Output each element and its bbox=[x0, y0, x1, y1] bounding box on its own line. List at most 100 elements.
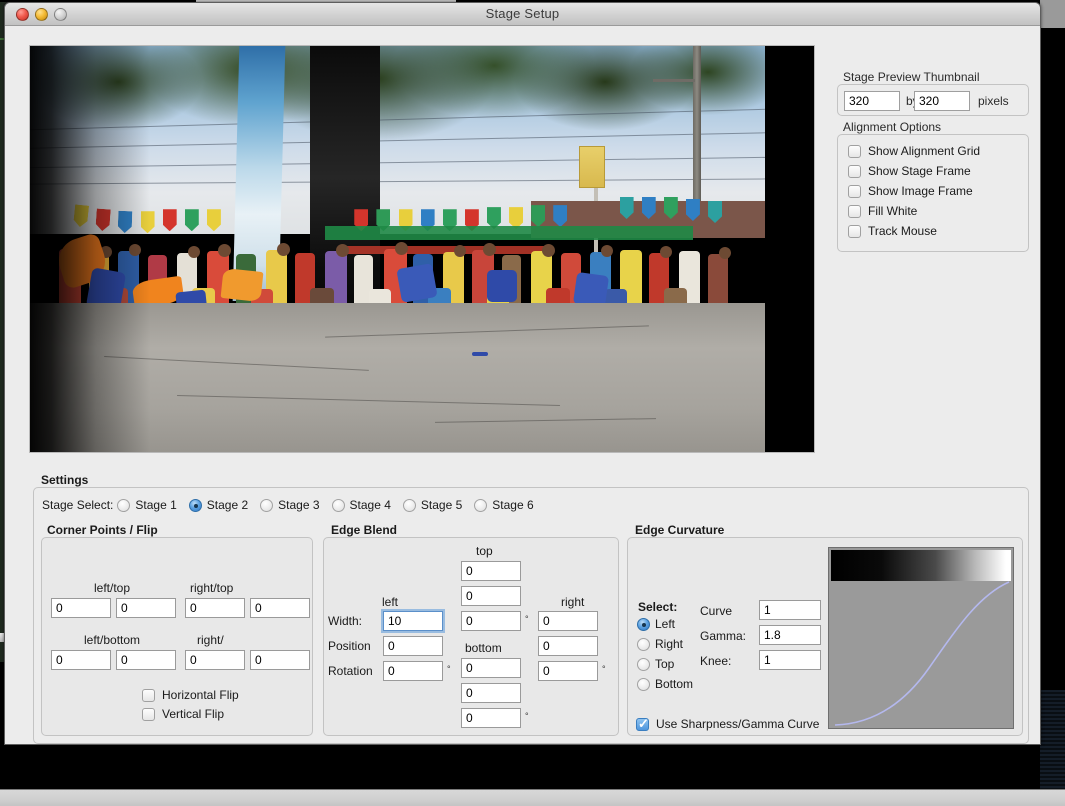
corner-points-panel: left/top right/top left/bottom right/ Ho… bbox=[41, 537, 313, 736]
top-position-input[interactable] bbox=[461, 586, 521, 606]
stage-preview-panel[interactable] bbox=[29, 45, 815, 453]
radio-icon[interactable] bbox=[637, 657, 650, 671]
right-top-x-input[interactable] bbox=[185, 598, 245, 618]
thumbnail-width-input[interactable] bbox=[844, 91, 900, 111]
radio-label: Stage 3 bbox=[278, 498, 320, 512]
radio-icon[interactable] bbox=[474, 498, 488, 512]
thumbnail-height-input[interactable] bbox=[914, 91, 970, 111]
checkbox-icon[interactable] bbox=[848, 164, 861, 178]
radio-icon[interactable] bbox=[260, 498, 274, 512]
left-top-y-input[interactable] bbox=[116, 598, 176, 618]
radio-stage-6[interactable]: Stage 6 bbox=[474, 498, 534, 512]
top-width-input[interactable] bbox=[461, 561, 521, 581]
radio-label: Bottom bbox=[655, 677, 694, 691]
radio-label: Left bbox=[655, 617, 676, 631]
right-width-input[interactable] bbox=[538, 611, 598, 631]
radio-icon[interactable] bbox=[637, 677, 650, 691]
checkbox-fill-white[interactable]: Fill White bbox=[848, 201, 917, 221]
checkbox-label: Show Alignment Grid bbox=[868, 144, 981, 158]
checkbox-track-mouse[interactable]: Track Mouse bbox=[848, 221, 937, 241]
alignment-options-label: Alignment Options bbox=[843, 120, 942, 134]
radio-icon[interactable] bbox=[402, 498, 416, 512]
radio-icon[interactable] bbox=[117, 498, 131, 512]
left-bottom-x-input[interactable] bbox=[51, 650, 111, 670]
stage-preview-thumbnail-label: Stage Preview Thumbnail bbox=[843, 70, 980, 84]
checkbox-horizontal-flip[interactable]: Horizontal Flip bbox=[142, 685, 239, 705]
top-rotation-input[interactable] bbox=[461, 611, 521, 631]
edge-blend-left-label: left bbox=[382, 595, 399, 609]
checkbox-use-sharpness-gamma-curve[interactable]: Use Sharpness/Gamma Curve bbox=[636, 714, 819, 734]
settings-label: Settings bbox=[41, 473, 89, 487]
checkbox-label: Show Image Frame bbox=[868, 184, 973, 198]
left-bottom-y-input[interactable] bbox=[116, 650, 176, 670]
radio-stage-5[interactable]: Stage 5 bbox=[402, 498, 463, 512]
checkbox-show-stage-frame[interactable]: Show Stage Frame bbox=[848, 161, 971, 181]
right-top-y-input[interactable] bbox=[250, 598, 310, 618]
radio-label: Stage 2 bbox=[206, 498, 249, 512]
checkbox-label: Fill White bbox=[868, 204, 918, 218]
radio-edge-right[interactable]: Right bbox=[637, 637, 683, 651]
left-top-label: left/top bbox=[94, 581, 131, 595]
curve-input[interactable] bbox=[759, 600, 821, 620]
radio-stage-2[interactable]: Stage 2 bbox=[188, 498, 249, 512]
window-titlebar[interactable]: Stage Setup bbox=[5, 3, 1040, 26]
checkbox-icon[interactable] bbox=[848, 204, 861, 218]
radio-edge-left[interactable]: Left bbox=[637, 617, 675, 631]
radio-icon[interactable] bbox=[188, 498, 202, 512]
checkbox-show-alignment-grid[interactable]: Show Alignment Grid bbox=[848, 141, 980, 161]
left-position-input[interactable] bbox=[383, 636, 443, 656]
checkbox-icon[interactable] bbox=[848, 144, 861, 158]
checkbox-show-image-frame[interactable]: Show Image Frame bbox=[848, 181, 973, 201]
left-degree-symbol: ° bbox=[447, 664, 451, 674]
radio-label: Stage 5 bbox=[420, 498, 463, 512]
select-label: Select: bbox=[638, 600, 678, 614]
checkbox-label: Vertical Flip bbox=[162, 707, 225, 721]
radio-label: Top bbox=[655, 657, 675, 671]
radio-label: Stage 1 bbox=[135, 498, 177, 512]
edge-blend-overlay bbox=[30, 46, 150, 452]
radio-stage-4[interactable]: Stage 4 bbox=[331, 498, 391, 512]
bottom-width-input[interactable] bbox=[461, 658, 521, 678]
width-label: Width: bbox=[328, 614, 363, 628]
left-width-input[interactable] bbox=[383, 611, 443, 631]
left-rotation-input[interactable] bbox=[383, 661, 443, 681]
edge-curvature-label: Edge Curvature bbox=[635, 523, 725, 537]
radio-icon[interactable] bbox=[331, 498, 345, 512]
position-label: Position bbox=[328, 639, 371, 653]
window-title: Stage Setup bbox=[485, 6, 560, 21]
background-window-right-sliver bbox=[1040, 0, 1065, 28]
right-bottom-label: right/ bbox=[197, 633, 224, 647]
checkbox-icon[interactable] bbox=[848, 184, 861, 198]
gamma-input[interactable] bbox=[759, 625, 821, 645]
rotation-label: Rotation bbox=[328, 664, 373, 678]
checkbox-label: Show Stage Frame bbox=[868, 164, 971, 178]
radio-label: Stage 4 bbox=[349, 498, 391, 512]
bottom-degree-symbol: ° bbox=[525, 711, 529, 721]
right-rotation-input[interactable] bbox=[538, 661, 598, 681]
radio-edge-top[interactable]: Top bbox=[637, 657, 674, 671]
checkbox-icon[interactable] bbox=[636, 716, 649, 732]
right-bottom-y-input[interactable] bbox=[250, 650, 310, 670]
radio-edge-bottom[interactable]: Bottom bbox=[637, 677, 693, 691]
radio-stage-1[interactable]: Stage 1 bbox=[117, 498, 177, 512]
bottom-rotation-input[interactable] bbox=[461, 708, 521, 728]
right-position-input[interactable] bbox=[538, 636, 598, 656]
checkbox-vertical-flip[interactable]: Vertical Flip bbox=[142, 704, 224, 724]
radio-label: Stage 6 bbox=[492, 498, 534, 512]
radio-icon[interactable] bbox=[637, 617, 650, 631]
left-top-x-input[interactable] bbox=[51, 598, 111, 618]
preview-black-bar bbox=[765, 46, 814, 452]
window-content: Stage Preview Thumbnail by pixels Alignm… bbox=[5, 26, 1040, 744]
checkbox-icon[interactable] bbox=[142, 707, 155, 721]
gamma-curve-graph bbox=[828, 547, 1014, 729]
radio-stage-3[interactable]: Stage 3 bbox=[260, 498, 320, 512]
checkbox-label: Horizontal Flip bbox=[162, 688, 239, 702]
knee-input[interactable] bbox=[759, 650, 821, 670]
checkbox-icon[interactable] bbox=[848, 224, 861, 238]
checkbox-icon[interactable] bbox=[142, 688, 155, 702]
bottom-position-input[interactable] bbox=[461, 683, 521, 703]
radio-icon[interactable] bbox=[637, 637, 650, 651]
right-bottom-x-input[interactable] bbox=[185, 650, 245, 670]
edge-blend-right-label: right bbox=[561, 595, 585, 609]
stage-select-row: Stage Select: Stage 1 Stage 2 Stage 3 St… bbox=[42, 498, 546, 512]
